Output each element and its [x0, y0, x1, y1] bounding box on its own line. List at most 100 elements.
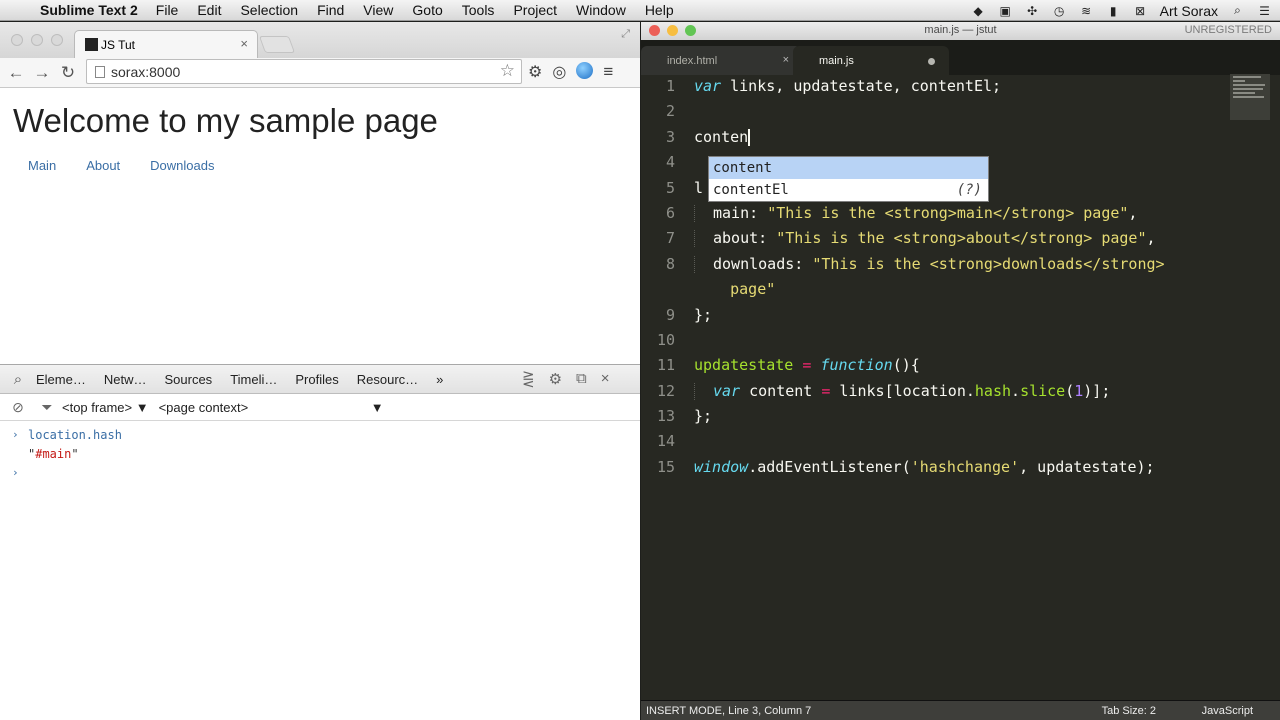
menu-tools[interactable]: Tools: [462, 2, 495, 18]
fullscreen-icon[interactable]: ⤢: [621, 28, 630, 41]
bookmark-star-icon[interactable]: ☆: [500, 61, 515, 81]
browser-window: JS Tut × ⤢ ← → ↻ sorax:8000 ☆ ⚙ ◎ ≡ Welc…: [0, 22, 640, 720]
devtools-settings-icon[interactable]: ⚙: [549, 370, 562, 388]
tab-network[interactable]: Netw…: [104, 372, 147, 387]
timemachine-icon[interactable]: ◷: [1052, 4, 1067, 18]
minimap-line: [1233, 92, 1255, 94]
menubar-user[interactable]: Art Sorax: [1160, 3, 1218, 19]
code-line-5: l: [694, 179, 704, 197]
settings-gear-icon[interactable]: ⚙: [528, 62, 542, 82]
tab-sources[interactable]: Sources: [164, 372, 212, 387]
page-heading: Welcome to my sample page: [13, 102, 438, 139]
menu-find[interactable]: Find: [317, 2, 344, 18]
menu-selection[interactable]: Selection: [240, 2, 298, 18]
syntax-selector[interactable]: JavaScript: [1202, 705, 1253, 717]
nav-link-main[interactable]: Main: [28, 158, 56, 173]
status-mode: INSERT MODE, Line 3, Column 7: [646, 704, 812, 717]
filter-icon[interactable]: ⏷: [36, 399, 58, 416]
console-entry: › location.hash: [0, 425, 640, 444]
menu-file[interactable]: File: [156, 2, 179, 18]
clear-console-icon[interactable]: ⊘: [0, 399, 36, 416]
window-icon[interactable]: ▣: [998, 4, 1013, 18]
context-selector[interactable]: <page context> ▼: [159, 400, 384, 415]
line-number: 2: [665, 102, 675, 120]
console-result: "#main": [0, 444, 640, 463]
menu-app-name[interactable]: Sublime Text 2: [40, 2, 138, 18]
nav-link-about[interactable]: About: [86, 158, 120, 173]
autocomplete-popup: content contentEl (?): [708, 156, 989, 202]
tab-main-js[interactable]: main.js: [793, 46, 949, 75]
autocomplete-label: contentEl: [713, 182, 789, 198]
battery-icon[interactable]: ▮: [1106, 4, 1121, 18]
dropbox-icon[interactable]: ✣: [1025, 4, 1040, 18]
line-number: 9: [665, 306, 675, 324]
minimap-line: [1233, 88, 1263, 90]
console-toolbar: ⊘ ⏷ <top frame> ▼ <page context> ▼: [0, 394, 640, 421]
close-window-icon[interactable]: [11, 34, 23, 46]
spotlight-icon[interactable]: ⌕: [1230, 3, 1245, 17]
close-tab-icon[interactable]: ×: [240, 36, 248, 51]
display-icon[interactable]: ⊠: [1133, 4, 1148, 18]
line-number: 5: [665, 179, 675, 197]
sublime-titlebar: main.js — jstut UNREGISTERED: [641, 22, 1280, 40]
page-nav: Main About Downloads: [13, 158, 627, 173]
console-drawer-icon[interactable]: ⋛: [522, 370, 535, 388]
close-devtools-icon[interactable]: ×: [601, 370, 610, 388]
modified-dot-icon[interactable]: [928, 58, 935, 65]
console-result-value: #main: [35, 446, 72, 461]
inspect-search-icon[interactable]: ⌕: [0, 371, 36, 388]
tab-elements[interactable]: Eleme…: [36, 372, 86, 387]
minimap-line: [1233, 76, 1261, 78]
menu-view[interactable]: View: [363, 2, 393, 18]
line-number: 8: [665, 255, 675, 273]
browser-tabstrip: JS Tut × ⤢: [0, 22, 640, 58]
globe-extension-icon[interactable]: [576, 62, 594, 79]
autocomplete-hint: (?): [956, 182, 982, 198]
extensions-area: ⚙ ◎ ≡: [528, 62, 613, 82]
autocomplete-label: content: [713, 160, 773, 176]
more-tabs-button[interactable]: »: [436, 372, 443, 387]
tab-profiles[interactable]: Profiles: [295, 372, 338, 387]
favicon-icon: [85, 38, 98, 51]
autocomplete-item[interactable]: contentEl (?): [709, 179, 988, 201]
zoom-window-icon[interactable]: [51, 34, 63, 46]
browser-tab[interactable]: JS Tut ×: [74, 30, 258, 58]
line-number: 3: [665, 128, 675, 146]
tab-timeline[interactable]: Timeli…: [230, 372, 277, 387]
tab-resources[interactable]: Resourc…: [357, 372, 418, 387]
notification-center-icon[interactable]: ☰: [1257, 4, 1272, 18]
code-editor[interactable]: 1 2 3 4 5 6 7 8 9 10 11 12 13 14 15 var …: [641, 75, 1280, 702]
minimize-window-icon[interactable]: [31, 34, 43, 46]
menu-goto[interactable]: Goto: [412, 2, 442, 18]
new-tab-button[interactable]: [258, 36, 296, 53]
chevron-down-icon: ▼: [370, 399, 384, 415]
forward-arrow-icon[interactable]: →: [29, 63, 55, 83]
nav-link-downloads[interactable]: Downloads: [150, 158, 214, 173]
extension-icon[interactable]: ◎: [552, 62, 566, 82]
frame-selector[interactable]: <top frame> ▼: [62, 400, 149, 415]
code-line-7: about: "This is the <strong>about</stron…: [694, 229, 1156, 247]
menu-window[interactable]: Window: [576, 2, 626, 18]
chrome-menu-icon[interactable]: ≡: [603, 62, 613, 82]
text-cursor: [748, 129, 751, 146]
macos-menubar: Sublime Text 2 File Edit Selection Find …: [0, 0, 1280, 21]
line-number: 14: [656, 432, 675, 450]
line-number: 10: [656, 331, 675, 349]
autocomplete-item[interactable]: content: [709, 157, 988, 179]
menu-project[interactable]: Project: [513, 2, 557, 18]
dock-icon[interactable]: ⧉: [576, 370, 587, 388]
screen-record-icon[interactable]: ◆: [971, 4, 986, 18]
reload-icon[interactable]: ↻: [55, 63, 81, 83]
close-tab-icon[interactable]: ×: [783, 54, 789, 66]
line-number: 15: [656, 458, 675, 476]
minimap[interactable]: [1230, 74, 1270, 120]
wifi-icon[interactable]: ≋: [1079, 4, 1094, 18]
address-bar[interactable]: sorax:8000 ☆: [86, 59, 522, 84]
tab-index-html[interactable]: index.html ×: [641, 46, 801, 75]
url-text: sorax:8000: [111, 63, 181, 80]
back-arrow-icon[interactable]: ←: [3, 63, 29, 83]
menu-help[interactable]: Help: [645, 2, 674, 18]
console-input[interactable]: ›: [0, 463, 640, 482]
menu-edit[interactable]: Edit: [197, 2, 221, 18]
tab-size-selector[interactable]: Tab Size: 2: [1102, 705, 1156, 717]
